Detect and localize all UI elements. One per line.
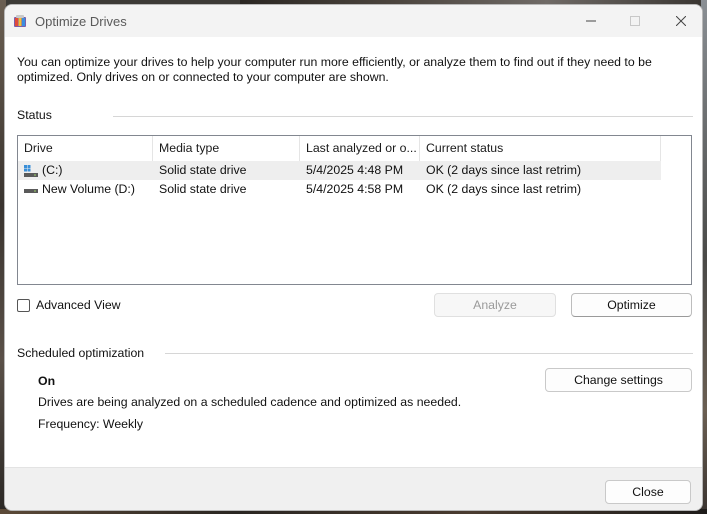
table-row[interactable]: (C:) Solid state drive 5/4/2025 4:48 PM … <box>18 161 661 180</box>
close-window-button[interactable] <box>658 5 702 37</box>
table-row[interactable]: New Volume (D:) Solid state drive 5/4/20… <box>18 180 661 199</box>
scheduled-divider <box>165 353 693 354</box>
minimize-button[interactable] <box>568 5 614 37</box>
description-text: You can optimize your drives to help you… <box>17 55 652 84</box>
optimize-drives-window: Optimize Drives You can optimize your dr… <box>4 4 703 511</box>
scheduled-section-label: Scheduled optimization <box>17 346 145 360</box>
dialog-content: You can optimize your drives to help you… <box>5 37 702 467</box>
drive-name: (C:) <box>42 163 63 177</box>
windows-drive-icon <box>24 164 38 177</box>
maximize-icon <box>630 16 640 26</box>
optimize-drives-app-icon <box>14 15 26 27</box>
title-bar[interactable]: Optimize Drives <box>5 5 702 37</box>
maximize-button <box>612 5 658 37</box>
optimize-button[interactable]: Optimize <box>571 293 692 317</box>
media-type-cell: Solid state drive <box>159 182 247 196</box>
status-section-label: Status <box>17 108 52 122</box>
advanced-view-label[interactable]: Advanced View <box>36 298 121 312</box>
analyze-button[interactable]: Analyze <box>434 293 556 317</box>
current-status-cell: OK (2 days since last retrim) <box>426 182 582 196</box>
media-type-cell: Solid state drive <box>159 163 247 177</box>
schedule-state: On <box>38 374 56 388</box>
drive-name: New Volume (D:) <box>42 182 135 196</box>
status-divider <box>113 116 693 117</box>
drives-list-header: Drive Media type Last analyzed or o... C… <box>18 136 661 162</box>
column-header-media-type[interactable]: Media type <box>153 136 300 161</box>
advanced-view-checkbox[interactable] <box>17 299 30 312</box>
last-analyzed-cell: 5/4/2025 4:48 PM <box>306 163 404 177</box>
change-settings-button[interactable]: Change settings <box>545 368 692 392</box>
column-header-drive[interactable]: Drive <box>18 136 153 161</box>
close-icon <box>676 16 686 26</box>
drives-list[interactable]: Drive Media type Last analyzed or o... C… <box>17 135 692 285</box>
schedule-description: Drives are being analyzed on a scheduled… <box>38 395 462 409</box>
drive-cell: New Volume (D:) <box>18 180 135 199</box>
column-header-current-status[interactable]: Current status <box>420 136 661 161</box>
dialog-footer: Close <box>5 467 702 510</box>
window-title: Optimize Drives <box>35 14 127 29</box>
drive-icon <box>24 188 38 193</box>
current-status-cell: OK (2 days since last retrim) <box>426 163 582 177</box>
minimize-icon <box>586 20 596 22</box>
close-button[interactable]: Close <box>605 480 691 504</box>
schedule-frequency: Frequency: Weekly <box>38 417 144 431</box>
column-header-last-analyzed[interactable]: Last analyzed or o... <box>300 136 420 161</box>
drive-cell: (C:) <box>18 161 63 180</box>
last-analyzed-cell: 5/4/2025 4:58 PM <box>306 182 404 196</box>
